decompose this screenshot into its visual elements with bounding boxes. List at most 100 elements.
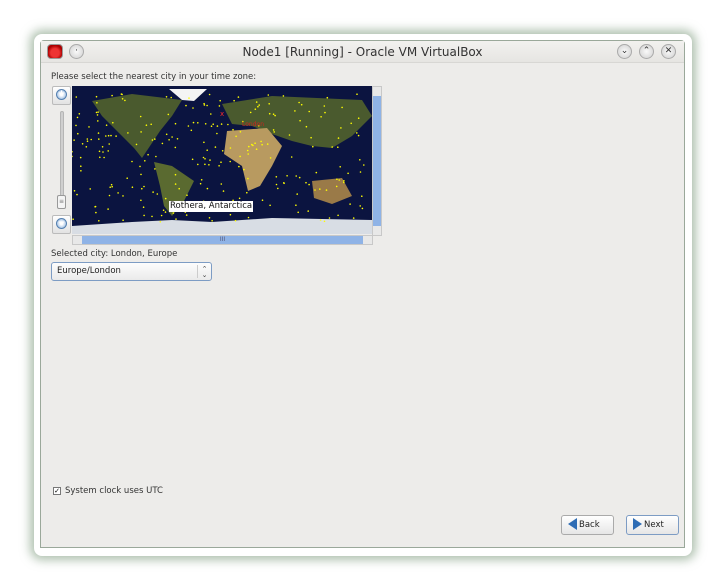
- city-dot[interactable]: [98, 138, 100, 140]
- city-dot[interactable]: [218, 105, 221, 107]
- city-dot[interactable]: [352, 217, 355, 219]
- city-dot[interactable]: [124, 99, 126, 102]
- city-dot[interactable]: [202, 156, 205, 159]
- city-dot[interactable]: [222, 190, 225, 192]
- city-dot[interactable]: [328, 217, 331, 219]
- city-dot[interactable]: [86, 140, 89, 142]
- city-dot[interactable]: [209, 159, 211, 161]
- title-bar[interactable]: · Node1 [Running] - Oracle VM VirtualBox…: [41, 41, 684, 63]
- city-dot[interactable]: [95, 211, 97, 214]
- city-dot[interactable]: [350, 122, 353, 125]
- city-dot[interactable]: [109, 186, 111, 188]
- city-dot[interactable]: [75, 96, 78, 98]
- city-dot[interactable]: [255, 148, 258, 150]
- map-vertical-scrollbar[interactable]: [372, 86, 382, 236]
- city-dot[interactable]: [188, 97, 190, 99]
- city-dot[interactable]: [126, 177, 128, 179]
- city-dot[interactable]: [94, 206, 96, 208]
- city-dot[interactable]: [191, 158, 194, 161]
- city-dot[interactable]: [96, 114, 99, 116]
- city-dot[interactable]: [341, 106, 343, 109]
- city-dot[interactable]: [335, 185, 338, 188]
- city-dot[interactable]: [160, 214, 163, 217]
- city-dot[interactable]: [229, 213, 232, 216]
- city-dot[interactable]: [283, 182, 285, 184]
- city-dot[interactable]: [314, 189, 316, 191]
- city-dot[interactable]: [200, 179, 203, 181]
- city-dot[interactable]: [206, 187, 209, 190]
- vertical-scroll-thumb[interactable]: [373, 96, 381, 226]
- city-dot[interactable]: [107, 208, 109, 210]
- city-dot[interactable]: [190, 129, 193, 132]
- city-dot[interactable]: [141, 187, 143, 190]
- city-dot[interactable]: [210, 113, 212, 115]
- city-dot[interactable]: [204, 158, 206, 160]
- city-dot[interactable]: [343, 180, 345, 182]
- city-dot[interactable]: [150, 123, 152, 126]
- city-dot[interactable]: [272, 129, 275, 131]
- city-dot[interactable]: [269, 157, 272, 159]
- city-dot[interactable]: [294, 110, 296, 112]
- city-dot[interactable]: [75, 124, 77, 127]
- city-dot[interactable]: [103, 156, 105, 159]
- city-dot[interactable]: [112, 121, 114, 124]
- city-dot[interactable]: [216, 125, 219, 127]
- city-dot[interactable]: [203, 104, 206, 106]
- city-dot[interactable]: [115, 135, 117, 137]
- city-dot[interactable]: [108, 143, 110, 145]
- utc-checkbox[interactable]: ✓: [53, 487, 61, 495]
- city-dot[interactable]: [267, 94, 270, 96]
- city-dot[interactable]: [197, 163, 199, 166]
- city-dot[interactable]: [122, 195, 124, 197]
- city-dot[interactable]: [220, 123, 223, 125]
- city-dot[interactable]: [185, 214, 188, 216]
- city-dot[interactable]: [110, 134, 112, 137]
- city-dot[interactable]: [174, 146, 177, 149]
- city-dot[interactable]: [80, 170, 82, 172]
- city-dot[interactable]: [305, 181, 307, 184]
- city-dot[interactable]: [164, 211, 167, 213]
- city-dot[interactable]: [324, 111, 326, 114]
- city-dot[interactable]: [286, 175, 288, 177]
- city-dot[interactable]: [254, 142, 256, 144]
- city-dot[interactable]: [326, 96, 329, 99]
- city-dot[interactable]: [216, 132, 218, 135]
- city-dot[interactable]: [208, 217, 211, 219]
- city-dot[interactable]: [220, 183, 223, 185]
- city-dot[interactable]: [232, 128, 234, 131]
- city-dot[interactable]: [186, 194, 188, 196]
- city-dot[interactable]: [208, 164, 210, 166]
- city-dot[interactable]: [204, 163, 206, 166]
- city-dot[interactable]: [246, 149, 249, 152]
- city-dot[interactable]: [144, 160, 146, 162]
- city-dot[interactable]: [339, 166, 342, 168]
- city-dot[interactable]: [76, 193, 78, 196]
- city-dot[interactable]: [272, 113, 275, 115]
- city-dot[interactable]: [308, 110, 310, 113]
- city-dot[interactable]: [97, 120, 99, 122]
- city-dot[interactable]: [172, 212, 175, 214]
- city-dot[interactable]: [155, 155, 157, 158]
- city-dot[interactable]: [347, 172, 349, 175]
- city-dot[interactable]: [251, 143, 253, 146]
- city-dot[interactable]: [361, 207, 364, 210]
- city-dot[interactable]: [131, 160, 133, 163]
- city-dot[interactable]: [89, 188, 91, 190]
- city-dot[interactable]: [238, 197, 241, 200]
- city-dot[interactable]: [336, 178, 338, 180]
- horizontal-scroll-thumb[interactable]: III: [82, 236, 363, 244]
- city-dot[interactable]: [307, 210, 309, 212]
- city-dot[interactable]: [248, 145, 250, 148]
- city-dot[interactable]: [229, 160, 231, 163]
- city-dot[interactable]: [98, 220, 100, 222]
- city-dot[interactable]: [323, 105, 326, 107]
- city-dot[interactable]: [233, 99, 235, 102]
- city-dot[interactable]: [117, 192, 119, 194]
- city-dot[interactable]: [337, 214, 339, 217]
- city-dot[interactable]: [247, 177, 249, 180]
- city-dot[interactable]: [122, 219, 124, 221]
- city-dot[interactable]: [296, 193, 298, 195]
- city-dot[interactable]: [96, 102, 98, 104]
- city-dot[interactable]: [257, 105, 259, 108]
- city-dot[interactable]: [102, 151, 104, 153]
